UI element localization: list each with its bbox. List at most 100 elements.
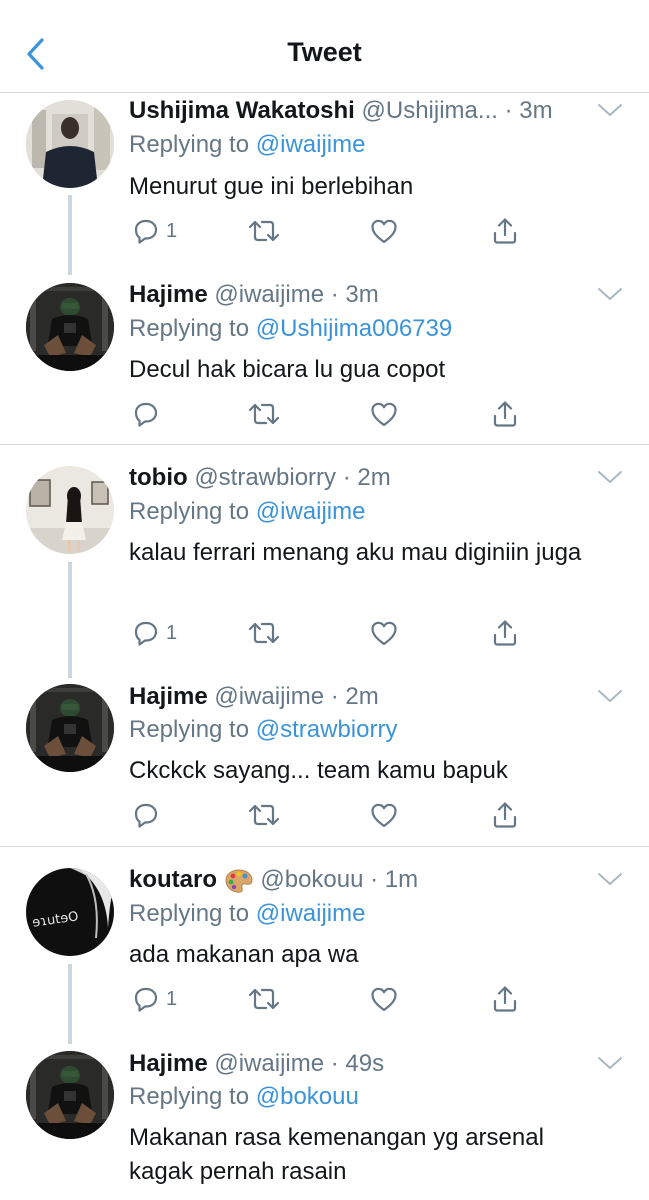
like-button[interactable] <box>369 216 399 246</box>
avatar[interactable] <box>26 1051 114 1139</box>
reply-button[interactable]: 1 <box>131 984 177 1014</box>
like-button[interactable] <box>369 984 399 1014</box>
tweet-actions: 1 <box>0 984 649 1020</box>
avatar[interactable] <box>26 466 114 554</box>
timestamp: · 1m <box>363 866 419 893</box>
page-title: Tweet <box>287 37 362 67</box>
reply-icon <box>131 399 161 429</box>
heart-icon <box>369 800 399 830</box>
retweet-button[interactable] <box>246 216 282 246</box>
avatar[interactable] <box>26 283 114 371</box>
reply-button[interactable] <box>131 399 166 429</box>
tweet-actions <box>0 399 649 435</box>
share-button[interactable] <box>490 618 520 648</box>
divider <box>0 444 649 445</box>
reply-icon <box>131 800 161 830</box>
mention-link[interactable]: @strawbiorry <box>256 716 398 743</box>
reply-button[interactable]: 1 <box>131 618 177 648</box>
tweet-actions <box>0 800 649 836</box>
replying-to: Replying to @Ushijima006739 <box>129 315 453 342</box>
share-button[interactable] <box>490 984 520 1014</box>
like-button[interactable] <box>369 399 399 429</box>
retweet-button[interactable] <box>246 800 282 830</box>
retweet-icon <box>246 216 282 246</box>
author-handle[interactable]: @iwaijime <box>214 281 324 308</box>
mention-link[interactable]: @Ushijima006739 <box>256 315 452 342</box>
share-button[interactable] <box>490 800 520 830</box>
author-name[interactable]: Hajime <box>129 1050 208 1077</box>
artist-palette-icon <box>225 869 253 893</box>
tweet-actions: 1 <box>0 216 649 252</box>
tweet-text: Menurut gue ini berlebihan <box>129 173 414 200</box>
chevron-down-icon[interactable] <box>597 688 623 704</box>
share-icon <box>490 618 520 648</box>
replying-to: Replying to @bokouu <box>129 1083 359 1110</box>
retweet-icon <box>246 800 282 830</box>
timestamp: · 3m <box>324 281 379 308</box>
reply-count: 1 <box>166 219 178 242</box>
author-name[interactable]: Hajime <box>129 281 208 308</box>
share-button[interactable] <box>490 399 520 429</box>
author-name[interactable]: Ushijima Wakatoshi <box>129 97 355 124</box>
chevron-down-icon[interactable] <box>597 871 623 887</box>
timestamp: · 2m <box>324 683 379 710</box>
retweet-icon <box>246 618 282 648</box>
avatar[interactable] <box>26 684 114 772</box>
timestamp: · 49s <box>324 1050 385 1077</box>
author-handle[interactable]: @Ushijima... <box>362 97 498 124</box>
avatar[interactable] <box>26 100 114 188</box>
retweet-button[interactable] <box>246 984 282 1014</box>
heart-icon <box>369 216 399 246</box>
chevron-down-icon[interactable] <box>597 469 623 485</box>
tweet-text: Decul hak bicara lu gua copot <box>129 356 446 383</box>
replying-to: Replying to @iwaijime <box>129 131 366 158</box>
tweet-actions: 1 <box>0 618 649 654</box>
share-icon <box>490 984 520 1014</box>
retweet-icon <box>246 984 282 1014</box>
author-handle[interactable]: @iwaijime <box>214 1050 324 1077</box>
mention-link[interactable]: @iwaijime <box>256 498 366 525</box>
reply-count: 1 <box>166 987 178 1010</box>
reply-count: 1 <box>166 621 178 644</box>
heart-icon <box>369 618 399 648</box>
heart-icon <box>369 399 399 429</box>
timestamp: · 2m <box>336 464 391 491</box>
tweet-text: Makanan rasa kemenangan yg arsenal kagak… <box>129 1124 544 1185</box>
share-icon <box>490 800 520 830</box>
mention-link[interactable]: @iwaijime <box>256 131 366 158</box>
retweet-button[interactable] <box>246 399 282 429</box>
like-button[interactable] <box>369 800 399 830</box>
header: Tweet <box>0 0 649 93</box>
retweet-icon <box>246 399 282 429</box>
author-name[interactable]: koutaro <box>129 866 217 893</box>
author-handle[interactable]: @strawbiorry <box>194 464 336 491</box>
author-name[interactable]: Hajime <box>129 683 208 710</box>
share-button[interactable] <box>490 216 520 246</box>
heart-icon <box>369 984 399 1014</box>
reply-icon <box>131 216 161 246</box>
tweet-text: kalau ferrari menang aku mau diginiin ju… <box>129 539 582 566</box>
divider <box>0 846 649 847</box>
reply-icon <box>131 984 161 1014</box>
replying-to: Replying to @iwaijime <box>129 900 366 927</box>
avatar[interactable]: ɘɿutɘO <box>26 868 114 956</box>
timestamp: · 3m <box>497 97 553 124</box>
replying-to: Replying to @strawbiorry <box>129 716 398 743</box>
reply-button[interactable]: 1 <box>131 216 177 246</box>
replying-to: Replying to @iwaijime <box>129 498 366 525</box>
reply-icon <box>131 618 161 648</box>
retweet-button[interactable] <box>246 618 282 648</box>
author-name[interactable]: tobio <box>129 464 188 491</box>
tweet-text: ada makanan apa wa <box>129 941 359 968</box>
mention-link[interactable]: @bokouu <box>256 1083 359 1110</box>
chevron-down-icon[interactable] <box>597 1055 623 1071</box>
chevron-down-icon[interactable] <box>597 286 623 302</box>
author-handle[interactable]: @bokouu <box>260 866 363 893</box>
reply-button[interactable] <box>131 800 166 830</box>
like-button[interactable] <box>369 618 399 648</box>
chevron-down-icon[interactable] <box>597 102 623 118</box>
tweet-text: Ckckck sayang... team kamu bapuk <box>129 757 508 784</box>
author-handle[interactable]: @iwaijime <box>214 683 324 710</box>
mention-link[interactable]: @iwaijime <box>256 900 366 927</box>
share-icon <box>490 399 520 429</box>
